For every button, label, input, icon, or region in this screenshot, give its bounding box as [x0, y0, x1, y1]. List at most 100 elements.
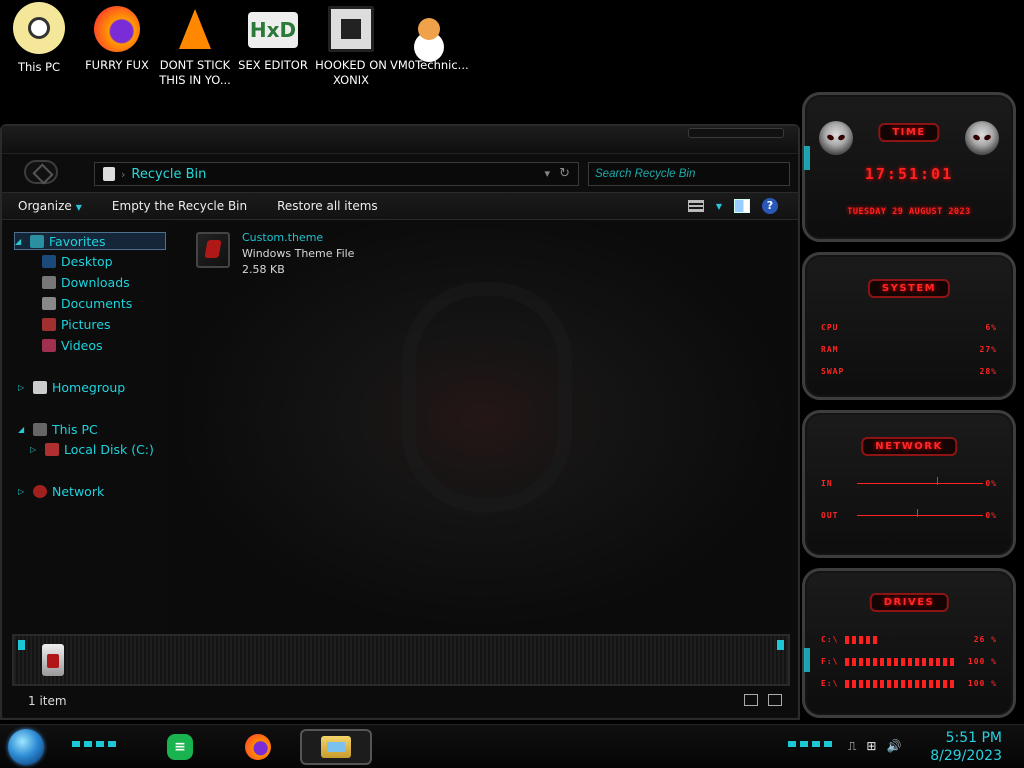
- nav-videos[interactable]: Videos: [42, 338, 103, 353]
- net-out-row: OUT 0%: [821, 509, 1001, 520]
- volume-icon[interactable]: 🔊: [886, 739, 901, 754]
- system-panel: SYSTEM CPU 6% RAM 27% SWAP 28%: [802, 252, 1016, 400]
- system-tray: ⎍ ⊞ 🔊: [848, 739, 901, 754]
- empty-recycle-bin-button[interactable]: Empty the Recycle Bin: [112, 199, 247, 213]
- pictures-icon: [42, 318, 56, 331]
- taskbar-clock[interactable]: 5:51 PM 8/29/2023: [930, 729, 1002, 765]
- drive-f-value: 100 %: [967, 657, 997, 666]
- time-title: TIME: [878, 123, 940, 142]
- desktop-icon-sex-editor[interactable]: HxD SEX EDITOR: [234, 0, 312, 73]
- start-button[interactable]: [8, 729, 44, 765]
- back-button[interactable]: [24, 160, 58, 184]
- drive-c-row: C:\ 26 %: [821, 635, 1001, 644]
- drives-title: DRIVES: [869, 593, 949, 612]
- firefox-icon: [245, 734, 271, 760]
- file-size: 2.58 KB: [242, 263, 285, 276]
- cpu-value: 6%: [985, 323, 997, 332]
- this-pc-icon: [13, 2, 65, 54]
- homegroup-icon: [33, 381, 47, 394]
- chevron-down-icon[interactable]: ▼: [716, 202, 722, 211]
- alien-head-icon: [965, 121, 999, 155]
- alien-gadget: TIME 17:51:01 TUESDAY 29 AUGUST 2023 SYS…: [796, 92, 1024, 720]
- search-input[interactable]: [588, 162, 790, 186]
- technician-avatar-icon: [406, 6, 452, 52]
- details-pane: [12, 634, 790, 686]
- taskbar-notes-app[interactable]: ≡: [162, 729, 198, 765]
- change-view-icon[interactable]: [687, 200, 704, 212]
- network-icon[interactable]: ⊞: [866, 739, 876, 754]
- notes-app-icon: ≡: [167, 734, 193, 760]
- chevron-down-icon[interactable]: ▾: [544, 167, 550, 180]
- drive-e-value: 100 %: [967, 679, 997, 688]
- cyan-accent-icon: [18, 640, 25, 650]
- net-in-graph: [857, 477, 983, 485]
- nav-downloads[interactable]: Downloads: [42, 275, 130, 290]
- restore-all-items-button[interactable]: Restore all items: [277, 199, 378, 213]
- desktop-icon-vlc[interactable]: DONT STICK THIS IN YO...: [156, 0, 234, 88]
- nav-homegroup[interactable]: ▷ Homegroup: [18, 380, 125, 395]
- desktop-icon-xonix[interactable]: HOOKED ON XONIX: [312, 0, 390, 88]
- net-in-value: 0%: [985, 479, 997, 488]
- net-out-graph: [857, 509, 983, 517]
- vlc-cone-icon: [172, 6, 218, 52]
- preview-pane-icon[interactable]: [734, 199, 750, 213]
- file-item[interactable]: Custom.theme Windows Theme File 2.58 KB: [196, 230, 354, 278]
- desktop-icon-vm0technician[interactable]: VM0Technic...: [390, 0, 469, 73]
- expand-arrow-icon: ▷: [18, 383, 25, 392]
- drive-c-label: C:\: [821, 635, 839, 644]
- window-titlebar[interactable]: [2, 126, 798, 154]
- refresh-icon[interactable]: ↻: [559, 166, 570, 181]
- net-out-value: 0%: [985, 511, 997, 520]
- recycle-bin-icon: [103, 167, 115, 181]
- file-type: Windows Theme File: [242, 247, 355, 260]
- desktop-icon-label: HOOKED ON XONIX: [315, 58, 387, 87]
- item-count: 1 item: [28, 694, 67, 708]
- window-caption-buttons[interactable]: [688, 128, 784, 138]
- cyan-accent-icon: [788, 741, 832, 747]
- navigation-pane: ◢ Favorites Desktop Downloads Documents …: [10, 222, 168, 630]
- drive-f-label: F:\: [821, 657, 839, 666]
- taskbar-firefox[interactable]: [240, 729, 276, 765]
- large-icons-view-icon[interactable]: [768, 694, 782, 706]
- desktop-icon-label: DONT STICK THIS IN YO...: [159, 58, 231, 87]
- nav-local-disk[interactable]: ▷ Local Disk (C:): [30, 442, 154, 457]
- alien-head-icon: [819, 121, 853, 155]
- details-view-icon[interactable]: [744, 694, 758, 706]
- organize-button[interactable]: Organize ▼: [18, 199, 82, 213]
- taskbar-time: 5:51 PM: [945, 730, 1002, 746]
- nav-network[interactable]: ▷ Network: [18, 484, 104, 499]
- nav-label: Network: [52, 484, 105, 499]
- nav-label: Homegroup: [52, 380, 126, 395]
- nav-label: Documents: [61, 296, 133, 311]
- swap-value: 28%: [979, 367, 997, 376]
- nav-documents[interactable]: Documents: [42, 296, 132, 311]
- nav-favorites[interactable]: ◢ Favorites: [14, 232, 166, 250]
- net-out-label: OUT: [821, 511, 839, 520]
- expand-arrow-icon: ◢: [15, 236, 22, 246]
- downloads-icon: [42, 276, 56, 289]
- nav-desktop[interactable]: Desktop: [42, 254, 113, 269]
- net-in-row: IN 0%: [821, 477, 1001, 488]
- desktop-icon-furry-fux[interactable]: FURRY FUX: [78, 0, 156, 73]
- network-panel: NETWORK IN 0% OUT 0%: [802, 410, 1016, 558]
- nav-this-pc[interactable]: ◢ This PC: [18, 422, 98, 437]
- nav-label: Local Disk (C:): [64, 442, 154, 457]
- explorer-window[interactable]: › Recycle Bin ▾ ↻ Organize▼ Empty the Re…: [0, 124, 800, 720]
- chevron-down-icon: ▼: [75, 203, 82, 212]
- desktop-icon: [42, 255, 56, 268]
- action-center-icon[interactable]: ⎍: [848, 739, 856, 754]
- address-bar[interactable]: › Recycle Bin ▾ ↻: [94, 162, 579, 186]
- taskbar-file-explorer[interactable]: [300, 729, 372, 765]
- nav-pictures[interactable]: Pictures: [42, 317, 111, 332]
- expand-arrow-icon: ◢: [18, 425, 25, 434]
- drive-f-row: F:\ 100 %: [821, 657, 1001, 666]
- alien-shell-watermark: [402, 282, 572, 512]
- desktop-icon-this-pc[interactable]: This PC: [0, 0, 78, 75]
- help-icon[interactable]: ?: [762, 198, 778, 214]
- address-row: › Recycle Bin ▾ ↻: [2, 154, 798, 192]
- nav-label: This PC: [52, 422, 98, 437]
- breadcrumb-location[interactable]: Recycle Bin: [131, 167, 206, 182]
- drive-icon: [45, 443, 59, 456]
- nav-label: Favorites: [49, 233, 106, 249]
- file-list[interactable]: Custom.theme Windows Theme File 2.58 KB: [170, 222, 792, 630]
